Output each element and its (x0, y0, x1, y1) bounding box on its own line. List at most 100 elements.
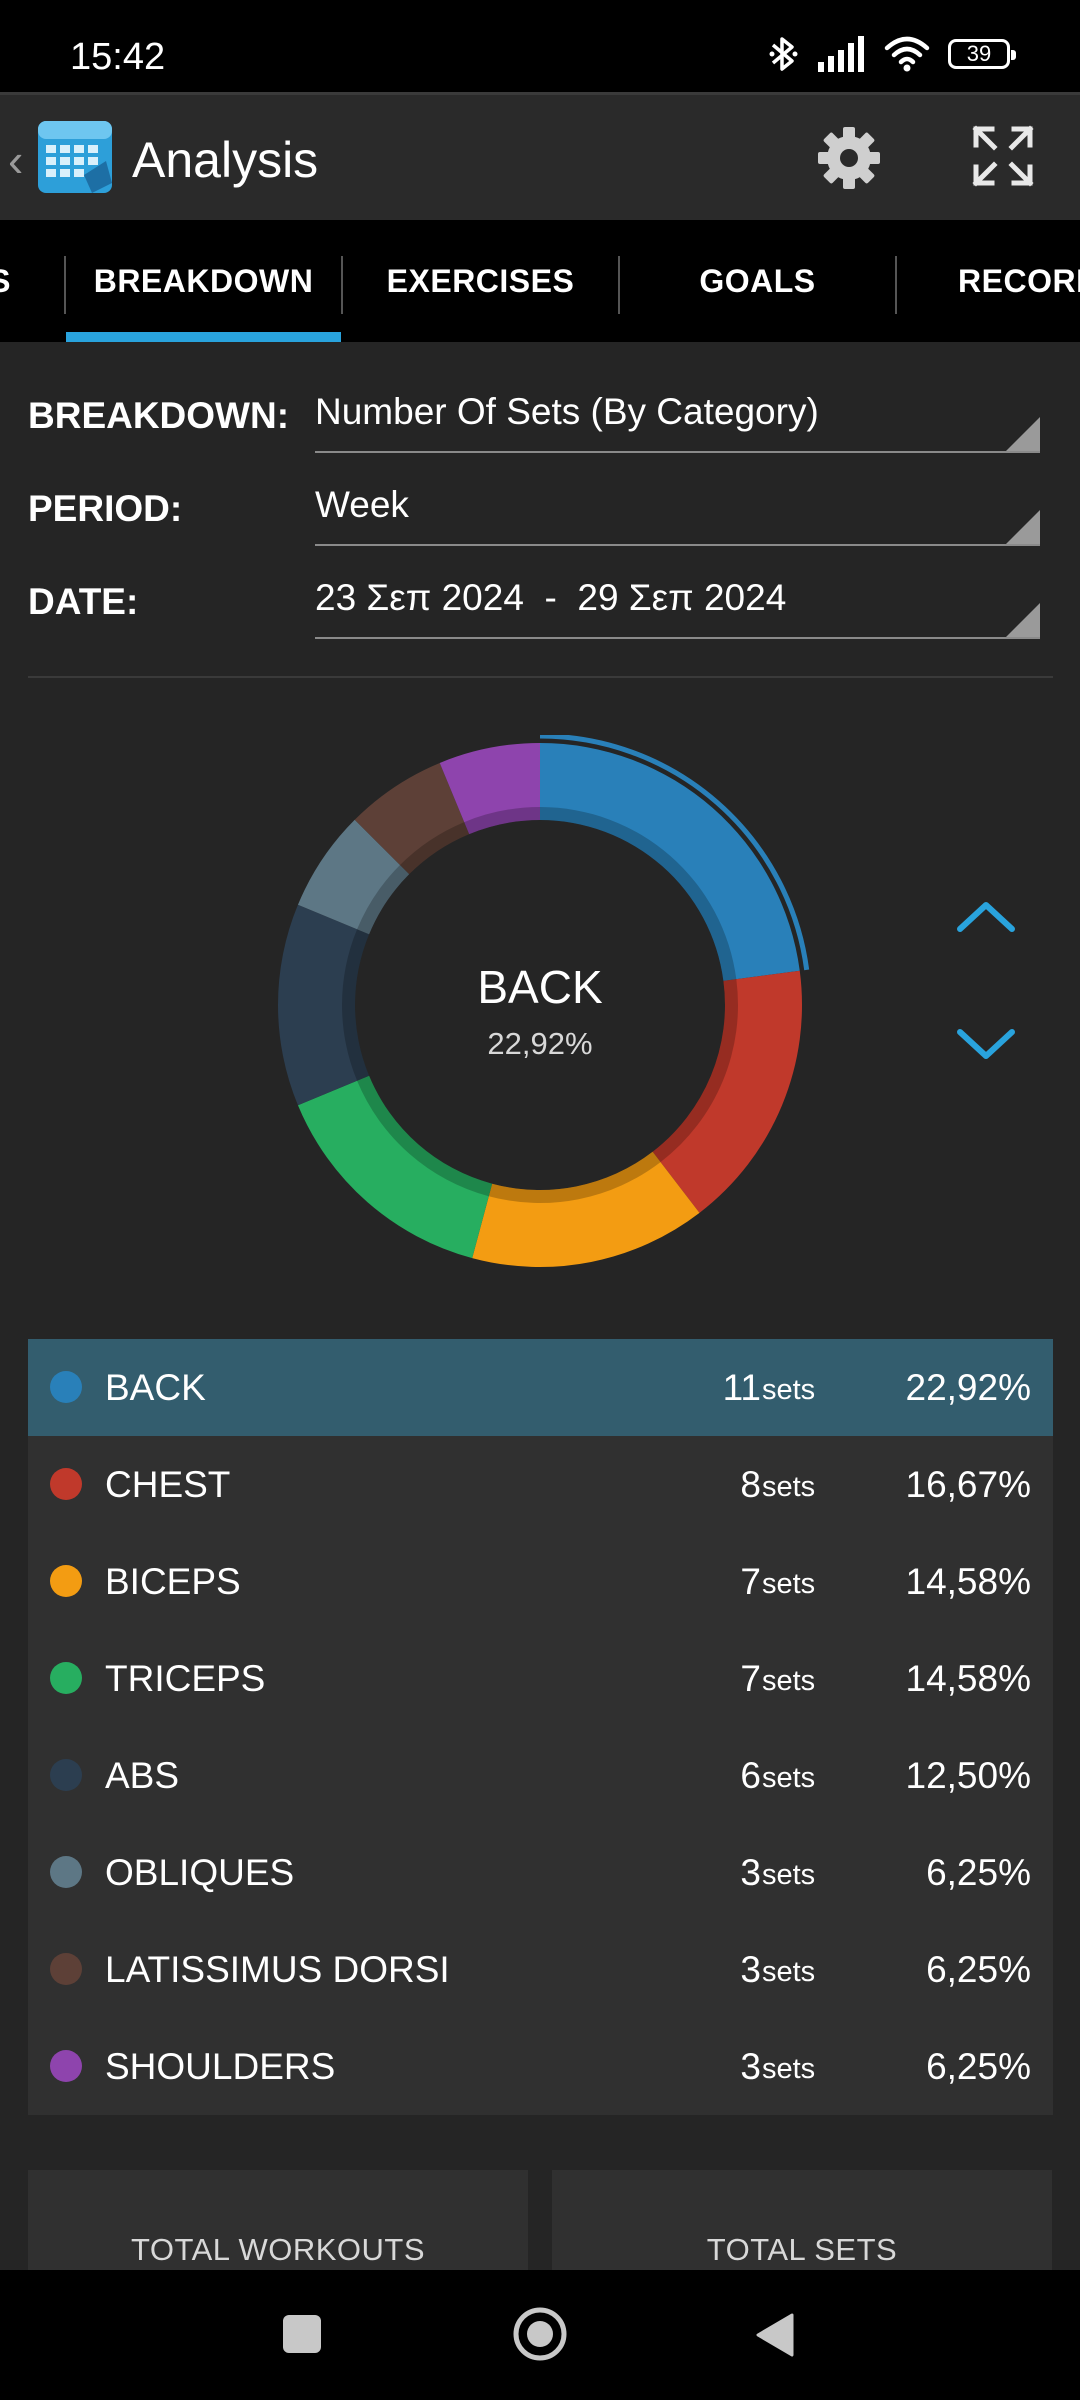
battery-icon: 39 (948, 39, 1016, 69)
back-triangle-icon[interactable] (754, 2312, 796, 2358)
category-color-dot (50, 1856, 82, 1888)
tab-goals[interactable]: GOALS (620, 220, 895, 342)
set-unit: sets (762, 1471, 816, 1503)
set-unit: sets (762, 1956, 816, 1988)
select-underline (315, 544, 1040, 546)
breakdown-filter[interactable]: BREAKDOWN: Number Of Sets (By Category) (28, 373, 1053, 463)
list-item[interactable]: OBLIQUES 3 sets 6,25% (28, 1824, 1053, 1921)
category-name: CHEST (105, 1464, 231, 1505)
donut-center-label: BACK (477, 961, 603, 1013)
donut-slice-biceps[interactable] (472, 1151, 700, 1267)
home-circle-icon[interactable] (512, 2306, 568, 2362)
fullscreen-icon[interactable] (972, 125, 1034, 187)
category-color-dot (50, 1565, 82, 1597)
set-count: 11 (722, 1367, 761, 1408)
set-count: 6 (740, 1755, 761, 1796)
list-item[interactable]: TRICEPS 7 sets 14,58% (28, 1630, 1053, 1727)
category-color-dot (50, 1468, 82, 1500)
system-nav-bar (0, 2270, 1080, 2400)
category-name: BICEPS (105, 1561, 241, 1602)
tab-partial-left[interactable]: S (0, 220, 20, 342)
dropdown-corner-icon (1006, 510, 1040, 544)
next-category-chevron-down-icon[interactable] (950, 1022, 1022, 1070)
category-percentage: 14,58% (905, 1561, 1032, 1602)
set-unit: sets (762, 1762, 816, 1794)
set-count: 3 (740, 1949, 761, 1990)
breakdown-list: BACK 11 sets 22,92% CHEST 8 sets 16,67% BICEPS 7 s… (28, 1339, 1053, 2115)
total-sets-label: TOTAL SETS (706, 2232, 898, 2267)
category-name: LATISSIMUS DORSI (105, 1949, 450, 1990)
breakdown-label: BREAKDOWN: (28, 395, 290, 436)
list-item[interactable]: SHOULDERS 3 sets 6,25% (28, 2018, 1053, 2115)
category-percentage: 6,25% (926, 2046, 1031, 2087)
previous-category-chevron-up-icon[interactable] (950, 891, 1022, 939)
breakdown-select[interactable]: Number Of Sets (By Category) (315, 391, 819, 433)
period-filter[interactable]: PERIOD: Week (28, 466, 1053, 556)
tab-exercises[interactable]: EXERCISES (343, 220, 618, 342)
set-count: 8 (740, 1464, 761, 1505)
date-filter[interactable]: DATE: 23 Σεπ 2024 - 29 Σεπ 2024 (28, 559, 1053, 649)
category-color-dot (50, 1371, 82, 1403)
set-unit: sets (762, 1665, 816, 1697)
category-name: BACK (105, 1367, 206, 1408)
category-percentage: 14,58% (905, 1658, 1032, 1699)
back-chevron-icon[interactable]: ‹ (8, 133, 23, 187)
recents-square-icon[interactable] (283, 2315, 321, 2353)
set-unit: sets (762, 1568, 816, 1600)
category-percentage: 6,25% (926, 1852, 1031, 1893)
date-label: DATE: (28, 581, 139, 622)
category-percentage: 12,50% (905, 1755, 1032, 1796)
page-title: Analysis (132, 132, 319, 188)
set-count: 3 (740, 2046, 761, 2087)
donut-center-percentage: 22,92% (487, 1026, 593, 1061)
wifi-icon (884, 36, 930, 72)
donut-slice-triceps[interactable] (297, 1075, 493, 1259)
set-unit: sets (762, 2053, 816, 2085)
tab-separator (895, 256, 897, 314)
set-unit: sets (762, 1374, 816, 1406)
list-item[interactable]: BACK 11 sets 22,92% (28, 1339, 1053, 1436)
select-underline (315, 451, 1040, 453)
total-workouts-card: TOTAL WORKOUTS (28, 2170, 528, 2270)
section-divider (28, 676, 1053, 678)
category-name: TRICEPS (105, 1658, 266, 1699)
period-label: PERIOD: (28, 488, 183, 529)
total-workouts-label: TOTAL WORKOUTS (130, 2232, 426, 2267)
category-percentage: 16,67% (905, 1464, 1032, 1505)
select-underline (315, 637, 1040, 639)
category-color-dot (50, 1662, 82, 1694)
status-bar: 15:42 39 (0, 0, 1080, 92)
set-count: 3 (740, 1852, 761, 1893)
category-color-dot (50, 2050, 82, 2082)
dropdown-corner-icon (1006, 603, 1040, 637)
set-count: 7 (740, 1561, 761, 1602)
category-name: SHOULDERS (105, 2046, 336, 2087)
category-percentage: 22,92% (905, 1367, 1032, 1408)
list-item[interactable]: CHEST 8 sets 16,67% (28, 1436, 1053, 1533)
settings-gear-icon[interactable] (816, 125, 882, 191)
set-count: 7 (740, 1658, 761, 1699)
tab-records[interactable]: RECORD (920, 220, 1080, 342)
total-sets-card: TOTAL SETS (552, 2170, 1052, 2270)
battery-level: 39 (966, 41, 992, 66)
list-item[interactable]: BICEPS 7 sets 14,58% (28, 1533, 1053, 1630)
category-percentage: 6,25% (926, 1949, 1031, 1990)
dropdown-corner-icon (1006, 417, 1040, 451)
list-item[interactable]: LATISSIMUS DORSI 3 sets 6,25% (28, 1921, 1053, 2018)
category-color-dot (50, 1759, 82, 1791)
tab-bar: S BREAKDOWN EXERCISES GOALS RECORD (0, 220, 1080, 342)
category-color-dot (50, 1953, 82, 1985)
signal-icon (818, 36, 864, 72)
bluetooth-icon (769, 37, 798, 71)
app-logo-icon (38, 121, 112, 193)
tab-breakdown[interactable]: BREAKDOWN (66, 220, 341, 342)
tab-selected-indicator (66, 332, 341, 342)
status-time: 15:42 (70, 36, 166, 78)
set-unit: sets (762, 1859, 816, 1891)
category-name: OBLIQUES (105, 1852, 295, 1893)
date-select[interactable]: 23 Σεπ 2024 - 29 Σεπ 2024 (315, 577, 786, 619)
list-item[interactable]: ABS 6 sets 12,50% (28, 1727, 1053, 1824)
status-icons: 39 (768, 34, 1016, 74)
app-bar: ‹ Analysis (0, 92, 1080, 220)
period-select[interactable]: Week (315, 484, 409, 526)
